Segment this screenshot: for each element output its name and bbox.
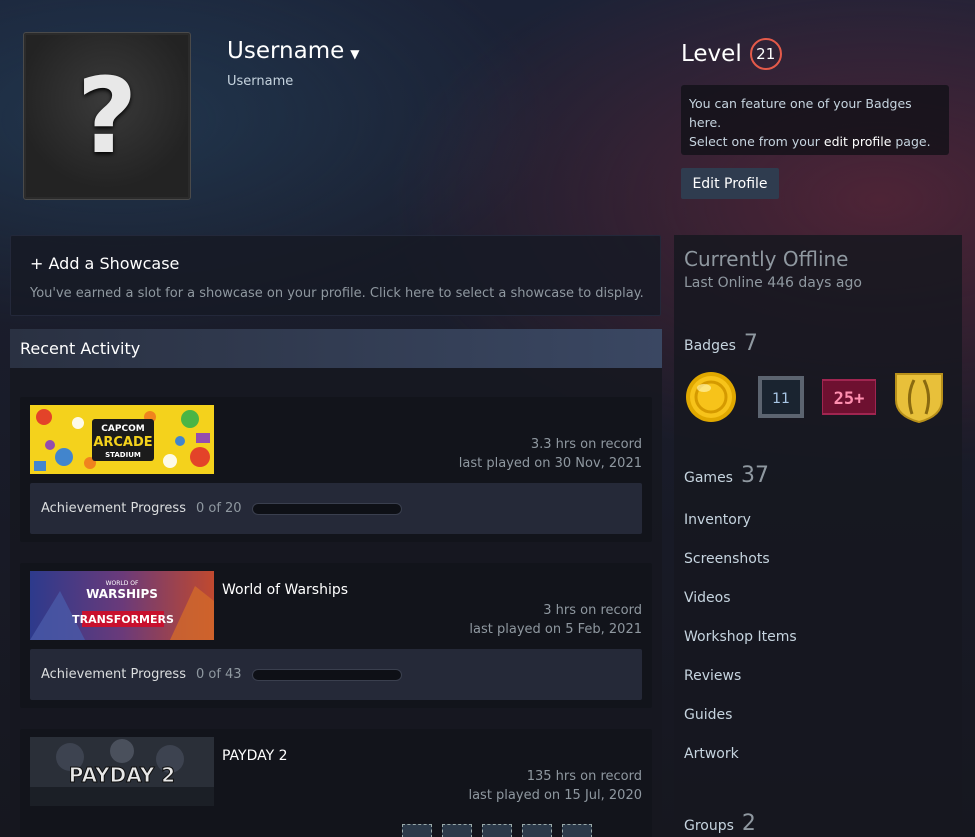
- games-link[interactable]: Games 37: [684, 463, 769, 488]
- svg-text:ARCADE: ARCADE: [93, 435, 152, 450]
- level-label: Level: [681, 41, 742, 67]
- achievement-icon[interactable]: [562, 824, 592, 837]
- achievement-icon[interactable]: [442, 824, 472, 837]
- featured-badge-placeholder: You can feature one of your Badges here.…: [681, 85, 949, 155]
- svg-text:STADIUM: STADIUM: [105, 451, 141, 459]
- showcase-title: + Add a Showcase: [30, 254, 180, 273]
- feature-text-line-2: Select one from your edit profile page.: [689, 134, 931, 149]
- persona-name: Username: [227, 38, 345, 64]
- game-card-payday-2: PAYDAY 2 PAYDAY 2 135 hrs on record last…: [20, 729, 652, 837]
- edit-profile-link[interactable]: edit profile: [824, 134, 891, 149]
- screenshots-link[interactable]: Screenshots: [684, 551, 770, 567]
- game-capsule-image[interactable]: PAYDAY 2: [30, 737, 214, 806]
- feature-text-line-1: You can feature one of your Badges here.: [689, 96, 912, 130]
- capcom-arcade-stadium-capsule-icon: CAPCOM ARCADE STADIUM: [30, 405, 214, 474]
- inventory-link[interactable]: Inventory: [684, 512, 751, 528]
- world-of-warships-capsule-icon: WORLD OF WARSHIPS TRANSFORMERS: [30, 571, 214, 640]
- hours-on-record: 3.3 hrs on record: [530, 437, 642, 452]
- svg-text:WORLD OF: WORLD OF: [106, 580, 139, 587]
- avatar-placeholder-icon: ?: [26, 35, 188, 197]
- level-badge: 21: [749, 38, 782, 70]
- guides-link[interactable]: Guides: [684, 707, 732, 723]
- last-played: last played on 30 Nov, 2021: [458, 456, 642, 471]
- edit-profile-button[interactable]: Edit Profile: [681, 168, 779, 199]
- hours-on-record: 3 hrs on record: [543, 603, 642, 618]
- recent-activity-title: Recent Activity: [20, 339, 141, 358]
- games-count: 37: [740, 463, 769, 488]
- achievement-count: 0 of 20: [195, 501, 242, 516]
- game-capsule-image[interactable]: CAPCOM ARCADE STADIUM: [30, 405, 214, 474]
- level-display: Level 21: [681, 38, 782, 70]
- years-of-service-badge-icon[interactable]: 11: [754, 370, 808, 424]
- last-played: last played on 5 Feb, 2021: [469, 622, 642, 637]
- game-card-capcom-arcade-stadium: CAPCOM ARCADE STADIUM 3.3 hrs on record …: [20, 397, 652, 542]
- hours-on-record: 135 hrs on record: [526, 769, 642, 784]
- persona-name-dropdown[interactable]: Username ▼: [227, 38, 359, 64]
- game-capsule-image[interactable]: WORLD OF WARSHIPS TRANSFORMERS: [30, 571, 214, 640]
- badges-link[interactable]: Badges 7: [684, 331, 758, 356]
- avatar[interactable]: ?: [23, 32, 191, 200]
- svg-text:CAPCOM: CAPCOM: [101, 424, 144, 434]
- payday-2-capsule-icon: PAYDAY 2: [30, 737, 214, 806]
- achievement-progress-row[interactable]: Achievement Progress 0 of 20: [30, 483, 642, 534]
- caret-down-icon: ▼: [350, 47, 360, 61]
- badges-count: 7: [743, 331, 758, 356]
- achievement-icon[interactable]: [522, 824, 552, 837]
- game-name[interactable]: World of Warships: [222, 582, 348, 598]
- achievement-icon[interactable]: [402, 824, 432, 837]
- svg-text:TRANSFORMERS: TRANSFORMERS: [72, 613, 174, 626]
- last-played: last played on 15 Jul, 2020: [468, 788, 642, 803]
- workshop-items-link[interactable]: Workshop Items: [684, 629, 797, 645]
- laurel-shield-badge-icon[interactable]: [892, 370, 946, 424]
- achievement-count: 0 of 43: [195, 667, 242, 682]
- last-online: Last Online 446 days ago: [684, 275, 862, 291]
- svg-text:11: 11: [772, 391, 790, 407]
- achievement-progress-bar: [251, 502, 402, 515]
- achievement-icon[interactable]: [482, 824, 512, 837]
- games-owned-badge-icon[interactable]: 25+: [822, 370, 876, 424]
- gold-coin-badge-icon[interactable]: [684, 370, 738, 424]
- reviews-link[interactable]: Reviews: [684, 668, 741, 684]
- achievement-progress-label: Achievement Progress: [41, 667, 186, 682]
- real-name: Username: [227, 74, 294, 89]
- groups-link[interactable]: Groups 2: [684, 811, 756, 836]
- achievement-progress-label: Achievement Progress: [41, 501, 186, 516]
- achievement-progress-row[interactable]: Achievement Progress 0 of 43: [30, 649, 642, 700]
- videos-link[interactable]: Videos: [684, 590, 731, 606]
- svg-text:25+: 25+: [834, 389, 865, 409]
- game-name[interactable]: PAYDAY 2: [222, 748, 288, 764]
- groups-count: 2: [741, 811, 756, 836]
- showcase-description: You've earned a slot for a showcase on y…: [30, 286, 644, 301]
- game-card-world-of-warships: WORLD OF WARSHIPS TRANSFORMERS World of …: [20, 563, 652, 708]
- recent-activity-header: Recent Activity: [10, 329, 662, 368]
- artwork-link[interactable]: Artwork: [684, 746, 739, 762]
- svg-text:PAYDAY 2: PAYDAY 2: [69, 763, 175, 787]
- add-showcase-button[interactable]: + Add a Showcase You've earned a slot fo…: [10, 235, 661, 316]
- online-status: Currently Offline: [684, 247, 849, 271]
- svg-text:WARSHIPS: WARSHIPS: [86, 587, 158, 601]
- profile-sidebar: Currently Offline Last Online 446 days a…: [674, 235, 962, 837]
- achievement-progress-bar: [251, 668, 402, 681]
